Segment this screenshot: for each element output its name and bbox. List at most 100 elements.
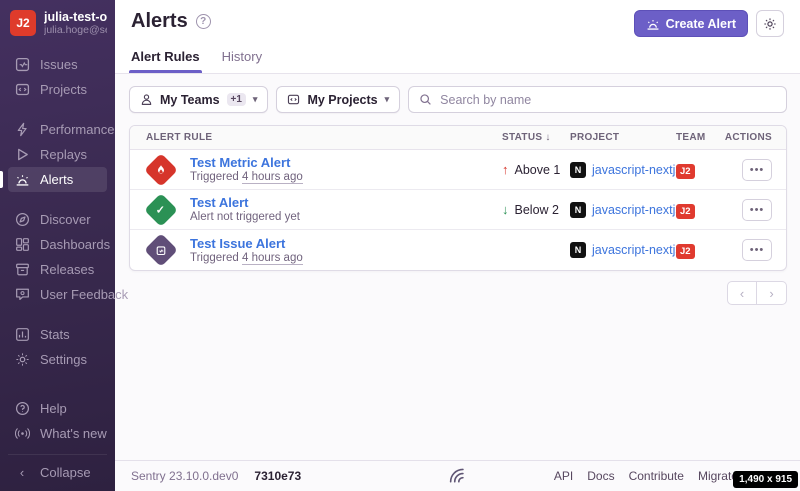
column-status[interactable]: Status↓ xyxy=(502,132,570,143)
team-badge: J2 xyxy=(676,244,695,259)
search-bar xyxy=(408,86,787,113)
sidebar-item-discover[interactable]: Discover xyxy=(8,207,107,232)
sidebar-item-label: Issues xyxy=(40,57,78,72)
project-link[interactable]: javascript-nextjs xyxy=(592,243,682,257)
org-meta: julia-test-org-2 … julia.hoge@sentry.io xyxy=(44,10,107,36)
collapse-label: Collapse xyxy=(40,465,91,480)
actions-button[interactable]: ••• xyxy=(742,199,772,221)
sidebar-item-replays[interactable]: Replays xyxy=(8,142,107,167)
footer: Sentry 23.10.0.dev0 7310e73 API Docs Con… xyxy=(115,460,800,491)
filter-bar: My Teams +1 ▾ My Projects ▾ xyxy=(129,86,787,113)
create-alert-button[interactable]: Create Alert xyxy=(634,10,748,37)
footer-link-contribute[interactable]: Contribute xyxy=(629,469,684,483)
org-switcher[interactable]: J2 julia-test-org-2 … julia.hoge@sentry.… xyxy=(0,0,115,46)
main-content: Alerts ? Create Alert Alert Rules Histor… xyxy=(115,0,800,491)
my-projects-filter[interactable]: My Projects ▾ xyxy=(276,86,400,113)
sidebar-item-label: Stats xyxy=(40,327,70,342)
nextjs-platform-icon: N xyxy=(570,202,586,218)
sidebar-item-user-feedback[interactable]: User Feedback xyxy=(8,282,107,307)
alerts-icon xyxy=(14,172,30,187)
arrow-down-icon: ↓ xyxy=(502,202,509,217)
check-icon: ✓ xyxy=(156,203,165,216)
previous-page-button[interactable]: ‹ xyxy=(727,281,757,305)
column-project: Project xyxy=(570,132,676,143)
performance-icon xyxy=(14,122,30,137)
sidebar-item-help[interactable]: Help xyxy=(8,396,107,421)
sidebar-nav: Issues Projects Performance Replays Aler… xyxy=(0,46,115,372)
project-cell: N javascript-nextjs xyxy=(570,162,676,178)
table-row: ✓ Test Alert Alert not triggered yet ↓ B… xyxy=(130,190,786,230)
alert-rule-subtext: Alert not triggered yet xyxy=(190,210,300,224)
alerts-settings-button[interactable] xyxy=(756,10,784,37)
ellipsis-icon: ••• xyxy=(750,164,765,176)
status-cell: ↑ Above 1 xyxy=(502,162,570,177)
settings-gear-icon xyxy=(14,352,30,367)
org-email: julia.hoge@sentry.io xyxy=(44,24,107,36)
discover-icon xyxy=(14,212,30,227)
sidebar-item-performance[interactable]: Performance xyxy=(8,117,107,142)
ellipsis-icon: ••• xyxy=(750,204,765,216)
sidebar-item-projects[interactable]: Projects xyxy=(8,77,107,102)
sidebar-item-label: Performance xyxy=(40,122,114,137)
project-icon xyxy=(287,93,300,106)
project-link[interactable]: javascript-nextjs xyxy=(592,203,682,217)
sidebar-item-releases[interactable]: Releases xyxy=(8,257,107,282)
arrow-up-icon: ↑ xyxy=(502,162,509,177)
status-cell: ↓ Below 2 xyxy=(502,202,570,217)
team-cell: J2 xyxy=(676,201,720,219)
search-icon xyxy=(419,93,432,106)
sidebar-item-alerts[interactable]: Alerts xyxy=(8,167,107,192)
footer-link-api[interactable]: API xyxy=(554,469,573,483)
alert-rule-subtext: Triggered 4 hours ago xyxy=(190,170,303,184)
sidebar-item-whats-new[interactable]: What's new xyxy=(8,421,107,446)
issue-alert-icon xyxy=(144,233,178,267)
replays-icon xyxy=(14,147,30,162)
chevron-down-icon: ▾ xyxy=(253,94,258,105)
dashboards-icon xyxy=(14,237,30,252)
project-link[interactable]: javascript-nextjs xyxy=(592,163,682,177)
sidebar-item-label: Discover xyxy=(40,212,91,227)
projects-icon xyxy=(14,82,30,97)
sidebar-item-stats[interactable]: Stats xyxy=(8,322,107,347)
actions-button[interactable]: ••• xyxy=(742,159,772,181)
sidebar-item-dashboards[interactable]: Dashboards xyxy=(8,232,107,257)
my-teams-filter[interactable]: My Teams +1 ▾ xyxy=(129,86,268,113)
team-cell: J2 xyxy=(676,161,720,179)
alert-rule-link[interactable]: Test Metric Alert xyxy=(190,155,303,170)
collapse-chevron-icon: ‹ xyxy=(14,465,30,480)
sentry-logo[interactable] xyxy=(448,467,468,485)
build-sha[interactable]: 7310e73 xyxy=(254,469,301,483)
column-actions: Actions xyxy=(720,132,772,143)
sidebar-item-issues[interactable]: Issues xyxy=(8,52,107,77)
org-avatar: J2 xyxy=(10,10,36,36)
gear-icon xyxy=(763,17,777,31)
sidebar-item-label: Alerts xyxy=(40,172,73,187)
app-window: J2 julia-test-org-2 … julia.hoge@sentry.… xyxy=(0,0,800,491)
team-badge: J2 xyxy=(676,204,695,219)
page-header: Alerts ? Create Alert Alert Rules Histor… xyxy=(115,0,800,74)
column-alert-rule: Alert Rule xyxy=(146,132,502,143)
sidebar-collapse-button[interactable]: ‹ Collapse xyxy=(8,460,107,485)
search-input[interactable] xyxy=(440,93,776,107)
next-page-button[interactable]: › xyxy=(757,281,787,305)
table-header: Alert Rule Status↓ Project Team Actions xyxy=(130,126,786,150)
alert-rules-table: Alert Rule Status↓ Project Team Actions … xyxy=(129,125,787,271)
my-projects-label: My Projects xyxy=(307,93,377,107)
alert-rule-link[interactable]: Test Alert xyxy=(190,195,300,210)
actions-button[interactable]: ••• xyxy=(742,239,772,261)
sidebar-item-label: Replays xyxy=(40,147,87,162)
help-question-icon[interactable]: ? xyxy=(196,14,211,29)
project-cell: N javascript-nextjs xyxy=(570,202,676,218)
tab-alert-rules[interactable]: Alert Rules xyxy=(131,49,200,73)
sidebar-item-label: What's new xyxy=(40,426,107,441)
org-name: julia-test-org-2 … xyxy=(44,10,107,24)
time-ago-link[interactable]: 4 hours ago xyxy=(242,171,303,184)
footer-link-docs[interactable]: Docs xyxy=(587,469,614,483)
tab-history[interactable]: History xyxy=(222,49,262,73)
chevron-down-icon: ▾ xyxy=(385,94,390,105)
user-icon xyxy=(140,93,153,106)
sidebar-item-settings[interactable]: Settings xyxy=(8,347,107,372)
time-ago-link[interactable]: 4 hours ago xyxy=(242,252,303,265)
team-cell: J2 xyxy=(676,241,720,259)
alert-rule-link[interactable]: Test Issue Alert xyxy=(190,236,303,251)
